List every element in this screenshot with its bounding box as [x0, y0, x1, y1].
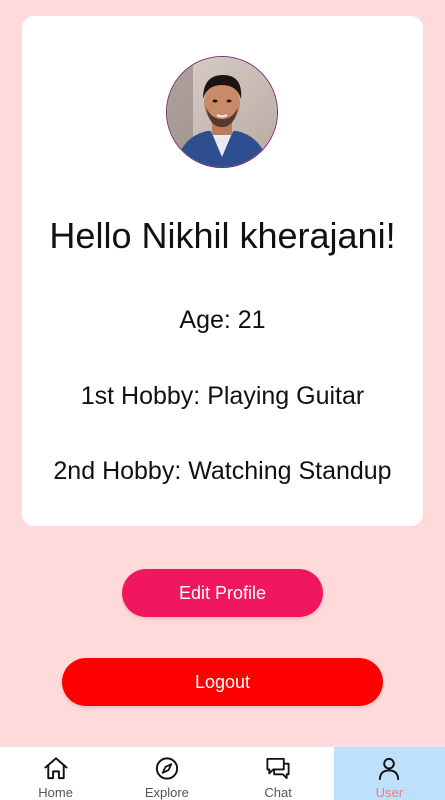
- nav-item-user[interactable]: User: [333, 747, 445, 800]
- compass-icon: [155, 757, 178, 780]
- logout-button[interactable]: Logout: [62, 658, 383, 706]
- hobby-1-text: 1st Hobby: Playing Guitar: [80, 382, 365, 410]
- nav-label-explore: Explore: [144, 785, 189, 800]
- nav-item-explore[interactable]: Explore: [111, 747, 222, 800]
- nav-item-home[interactable]: Home: [0, 747, 111, 800]
- bottom-navigation: Home Explore Chat User: [0, 746, 445, 800]
- profile-screen: Hello Nikhil kherajani! Age: 21 1st Hobb…: [0, 0, 445, 800]
- greeting-heading: Hello Nikhil kherajani!: [49, 215, 396, 256]
- home-icon: [44, 757, 68, 780]
- hobby-2-text: 2nd Hobby: Watching Standup: [53, 457, 392, 485]
- avatar-photo: [167, 57, 277, 167]
- edit-profile-button[interactable]: Edit Profile: [122, 569, 323, 617]
- nav-label-user: User: [375, 785, 404, 800]
- avatar: [166, 56, 278, 168]
- profile-card: Hello Nikhil kherajani! Age: 21 1st Hobb…: [22, 16, 423, 526]
- chat-icon: [266, 757, 290, 780]
- age-text: Age: 21: [179, 306, 266, 334]
- nav-label-chat: Chat: [264, 785, 292, 800]
- nav-label-home: Home: [38, 785, 73, 800]
- nav-item-chat[interactable]: Chat: [223, 747, 334, 800]
- user-icon: [379, 757, 400, 781]
